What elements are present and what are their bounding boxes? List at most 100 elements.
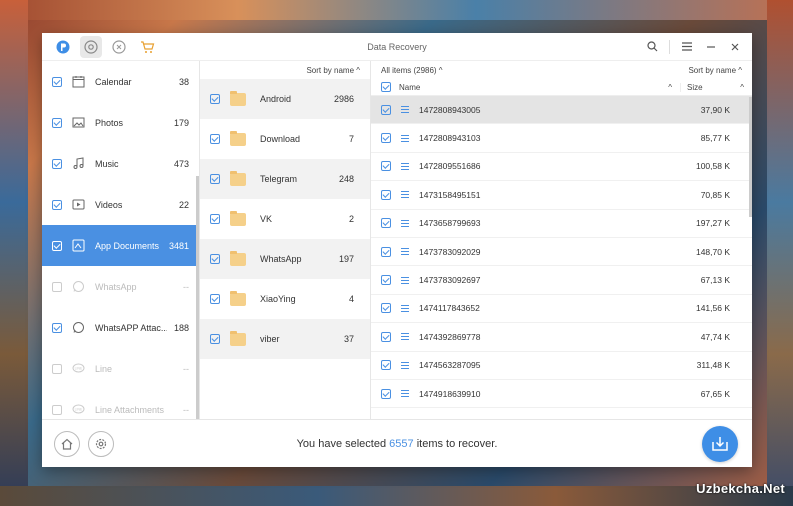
file-checkbox[interactable] xyxy=(381,360,391,371)
home-button[interactable] xyxy=(54,430,80,457)
folder-row[interactable]: WhatsApp 197 xyxy=(200,239,370,279)
file-checkbox[interactable] xyxy=(381,331,391,342)
settings-circle-icon[interactable] xyxy=(80,35,102,58)
document-icon xyxy=(399,216,411,230)
search-icon[interactable] xyxy=(645,40,659,54)
sidebar-item-label: Photos xyxy=(95,117,124,128)
document-icon xyxy=(399,387,411,401)
folder-icon xyxy=(230,90,246,106)
file-row[interactable]: 1473158495151 70,85 K xyxy=(371,181,752,210)
file-name: 1472809551686 xyxy=(419,161,481,172)
folder-row[interactable]: viber 37 xyxy=(200,319,370,359)
sidebar-item-count: 22 xyxy=(178,199,189,210)
folder-name: WhatsApp xyxy=(260,254,302,264)
sidebar-item-photos[interactable]: Photos 179 xyxy=(42,102,199,143)
sidebar-item-music[interactable]: Music 473 xyxy=(42,143,199,184)
file-checkbox[interactable] xyxy=(381,189,391,200)
folder-name: Telegram xyxy=(260,174,298,184)
document-icon xyxy=(399,330,411,344)
file-row[interactable]: 1472808943103 85,77 K xyxy=(371,124,752,153)
file-row[interactable]: 1473658799693 197,27 K xyxy=(371,210,752,238)
file-row[interactable]: 1474563287095 311,48 K xyxy=(371,352,752,380)
folder-name: viber xyxy=(260,334,280,344)
folder-row[interactable]: XiaoYing 4 xyxy=(200,279,370,319)
sidebar-item-line-attachments[interactable]: LINE Line Attachments -- xyxy=(42,389,199,419)
close-icon[interactable] xyxy=(728,40,742,54)
folder-checkbox[interactable] xyxy=(210,174,220,184)
restore-icon[interactable] xyxy=(108,36,130,58)
folder-row[interactable]: Telegram 248 xyxy=(200,159,370,199)
settings-button[interactable] xyxy=(88,430,114,457)
sidebar-checkbox[interactable] xyxy=(52,117,62,128)
folder-row[interactable]: VK 2 xyxy=(200,199,370,239)
sidebar-item-calendar[interactable]: Calendar 38 xyxy=(42,61,199,102)
folder-count: 197 xyxy=(338,254,354,264)
all-items-filter[interactable]: All items (2986) ^ xyxy=(381,66,443,75)
background xyxy=(767,0,793,506)
file-size: 70,85 K xyxy=(700,189,730,200)
sidebar-checkbox[interactable] xyxy=(52,281,62,292)
folder-icon xyxy=(230,290,246,306)
folder-row[interactable]: Android 2986 xyxy=(200,79,370,119)
sidebar-item-whatsapp-attac[interactable]: WhatsAPP Attac... 188 xyxy=(42,307,199,348)
sidebar-item-videos[interactable]: Videos 22 xyxy=(42,184,199,225)
app-docs-icon xyxy=(71,239,85,253)
title-bar: Data Recovery xyxy=(42,33,752,61)
folder-count: 2 xyxy=(348,214,354,224)
folder-count: 37 xyxy=(343,334,354,344)
sidebar-scrollbar[interactable] xyxy=(196,176,199,419)
file-sort[interactable]: Sort by name ^ xyxy=(688,66,742,75)
name-column-header[interactable]: Name ^ xyxy=(399,83,680,92)
sidebar-checkbox[interactable] xyxy=(52,199,62,210)
file-size: 85,77 K xyxy=(700,133,730,144)
file-checkbox[interactable] xyxy=(381,388,391,399)
folder-checkbox[interactable] xyxy=(210,294,220,304)
folder-checkbox[interactable] xyxy=(210,334,220,344)
sidebar-checkbox[interactable] xyxy=(52,76,62,87)
file-row[interactable]: 1474117843652 141,56 K xyxy=(371,295,752,324)
select-all-checkbox[interactable] xyxy=(381,82,391,92)
sidebar-checkbox[interactable] xyxy=(52,158,62,169)
sidebar-item-whatsapp[interactable]: WhatsApp -- xyxy=(42,266,199,307)
sidebar-item-app-documents[interactable]: App Documents 3481 xyxy=(42,225,199,266)
recover-button[interactable] xyxy=(702,426,738,462)
file-row[interactable]: 1472808943005 37,90 K xyxy=(371,96,752,125)
file-size: 67,13 K xyxy=(700,275,730,286)
folder-row[interactable]: Download 7 xyxy=(200,119,370,159)
cart-icon[interactable] xyxy=(136,36,158,58)
file-checkbox[interactable] xyxy=(381,303,391,314)
sidebar-checkbox[interactable] xyxy=(52,363,62,374)
file-checkbox[interactable] xyxy=(381,133,391,144)
file-row[interactable]: 1473783092697 67,13 K xyxy=(371,266,752,295)
folder-checkbox[interactable] xyxy=(210,134,220,144)
minimize-icon[interactable] xyxy=(704,40,718,54)
sidebar-item-line[interactable]: LINE Line -- xyxy=(42,348,199,389)
file-checkbox[interactable] xyxy=(381,275,391,286)
file-checkbox[interactable] xyxy=(381,218,391,229)
file-list-scrollbar[interactable] xyxy=(749,97,752,217)
folder-checkbox[interactable] xyxy=(210,254,220,264)
folder-sort[interactable]: Sort by name ^ xyxy=(200,61,370,79)
background xyxy=(0,0,28,506)
image-icon xyxy=(71,116,85,130)
file-row[interactable]: 1474392869778 47,74 K xyxy=(371,323,752,352)
folder-list: Sort by name ^ Android 2986 Download 7 Teleg… xyxy=(200,61,371,419)
phone-recovery-icon[interactable] xyxy=(52,36,74,58)
folder-checkbox[interactable] xyxy=(210,94,220,104)
file-checkbox[interactable] xyxy=(381,246,391,257)
file-row[interactable]: 1473783092029 148,70 K xyxy=(371,238,752,267)
sidebar-checkbox[interactable] xyxy=(52,404,62,415)
sidebar-checkbox[interactable] xyxy=(52,240,62,251)
folder-name: VK xyxy=(260,214,273,224)
file-name: 1474392869778 xyxy=(419,331,481,342)
sidebar-item-label: App Documents xyxy=(95,240,160,251)
menu-icon[interactable] xyxy=(680,40,694,54)
size-column-header[interactable]: Size ^ xyxy=(680,82,752,92)
file-checkbox[interactable] xyxy=(381,161,391,172)
folder-checkbox[interactable] xyxy=(210,214,220,224)
file-row[interactable]: 1474918639910 67,65 K xyxy=(371,380,752,409)
sidebar-checkbox[interactable] xyxy=(52,322,62,333)
file-checkbox[interactable] xyxy=(381,104,391,115)
home-icon xyxy=(61,438,73,450)
file-row[interactable]: 1472809551686 100,58 K xyxy=(371,153,752,182)
